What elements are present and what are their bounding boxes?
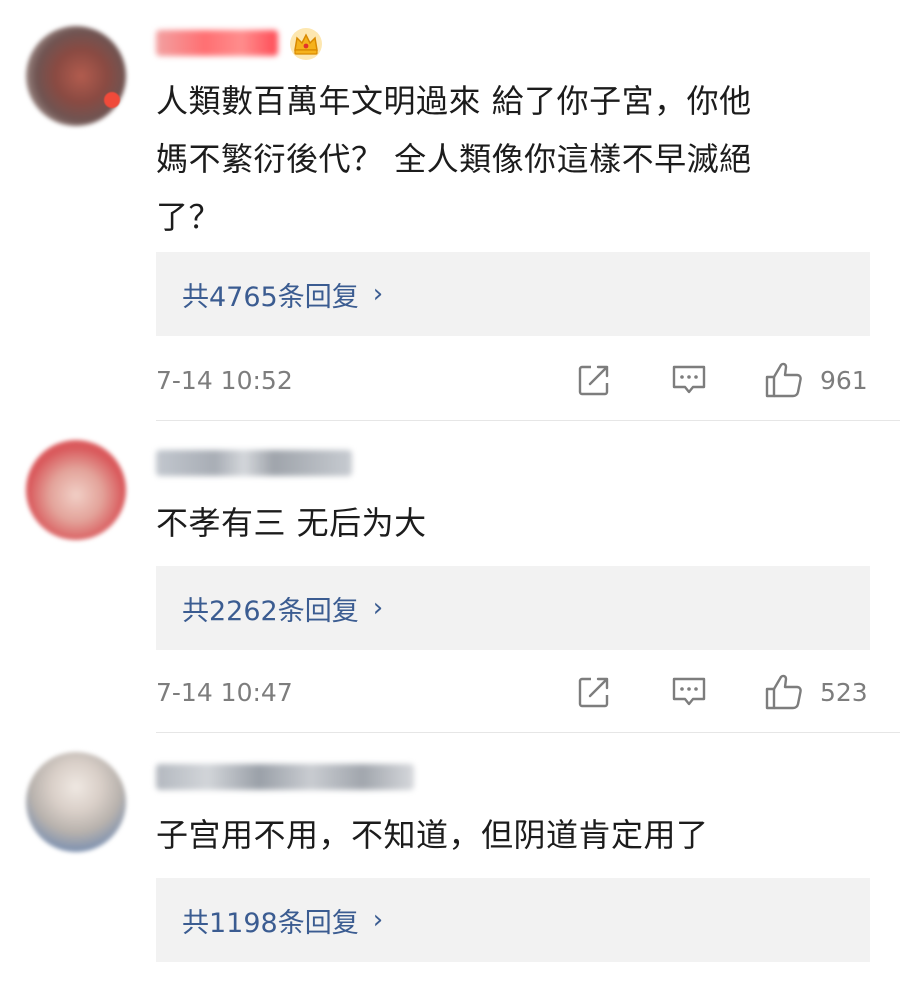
replies-label: 共2262条回复 bbox=[182, 595, 359, 627]
like-count: 523 bbox=[820, 678, 868, 707]
crown-icon bbox=[290, 28, 322, 60]
chevron-right-icon: › bbox=[372, 593, 384, 623]
verified-badge-icon bbox=[104, 92, 120, 108]
like-count: 961 bbox=[820, 366, 868, 395]
avatar[interactable] bbox=[26, 752, 126, 852]
comment-divider bbox=[156, 732, 900, 733]
comment-divider bbox=[156, 420, 900, 421]
replies-label: 共1198条回复 bbox=[182, 907, 359, 939]
replies-label: 共4765条回复 bbox=[182, 281, 359, 313]
view-replies-button[interactable]: 共1198条回复 › bbox=[156, 878, 870, 962]
comment-text: 人類數百萬年文明過來 給了你子宮，你他 媽不繁衍後代？ 全人類像你這樣不早滅絕 … bbox=[156, 82, 752, 236]
comment-text: 子宫用不用，不知道，但阴道肯定用了 bbox=[156, 816, 709, 854]
chevron-right-icon: › bbox=[372, 905, 384, 935]
comment-meta: 7-14 10:47 523 bbox=[156, 674, 870, 714]
view-replies-button[interactable]: 共2262条回复 › bbox=[156, 566, 870, 650]
username-blurred[interactable] bbox=[156, 450, 352, 476]
comment-icon[interactable] bbox=[670, 362, 708, 398]
share-icon[interactable] bbox=[576, 362, 612, 398]
comment-text: 不孝有三 无后为大 bbox=[156, 504, 427, 542]
chevron-right-icon: › bbox=[372, 279, 384, 309]
share-icon[interactable] bbox=[576, 674, 612, 710]
username-blurred[interactable] bbox=[156, 30, 278, 56]
timestamp: 7-14 10:47 bbox=[156, 678, 293, 707]
timestamp: 7-14 10:52 bbox=[156, 366, 293, 395]
thumbs-up-icon[interactable] bbox=[764, 360, 804, 400]
avatar[interactable] bbox=[26, 440, 126, 540]
comment-icon[interactable] bbox=[670, 674, 708, 710]
username-blurred[interactable] bbox=[156, 764, 414, 790]
comment-meta: 7-14 10:52 961 bbox=[156, 362, 870, 402]
thumbs-up-icon[interactable] bbox=[764, 672, 804, 712]
avatar[interactable] bbox=[26, 26, 126, 126]
view-replies-button[interactable]: 共4765条回复 › bbox=[156, 252, 870, 336]
